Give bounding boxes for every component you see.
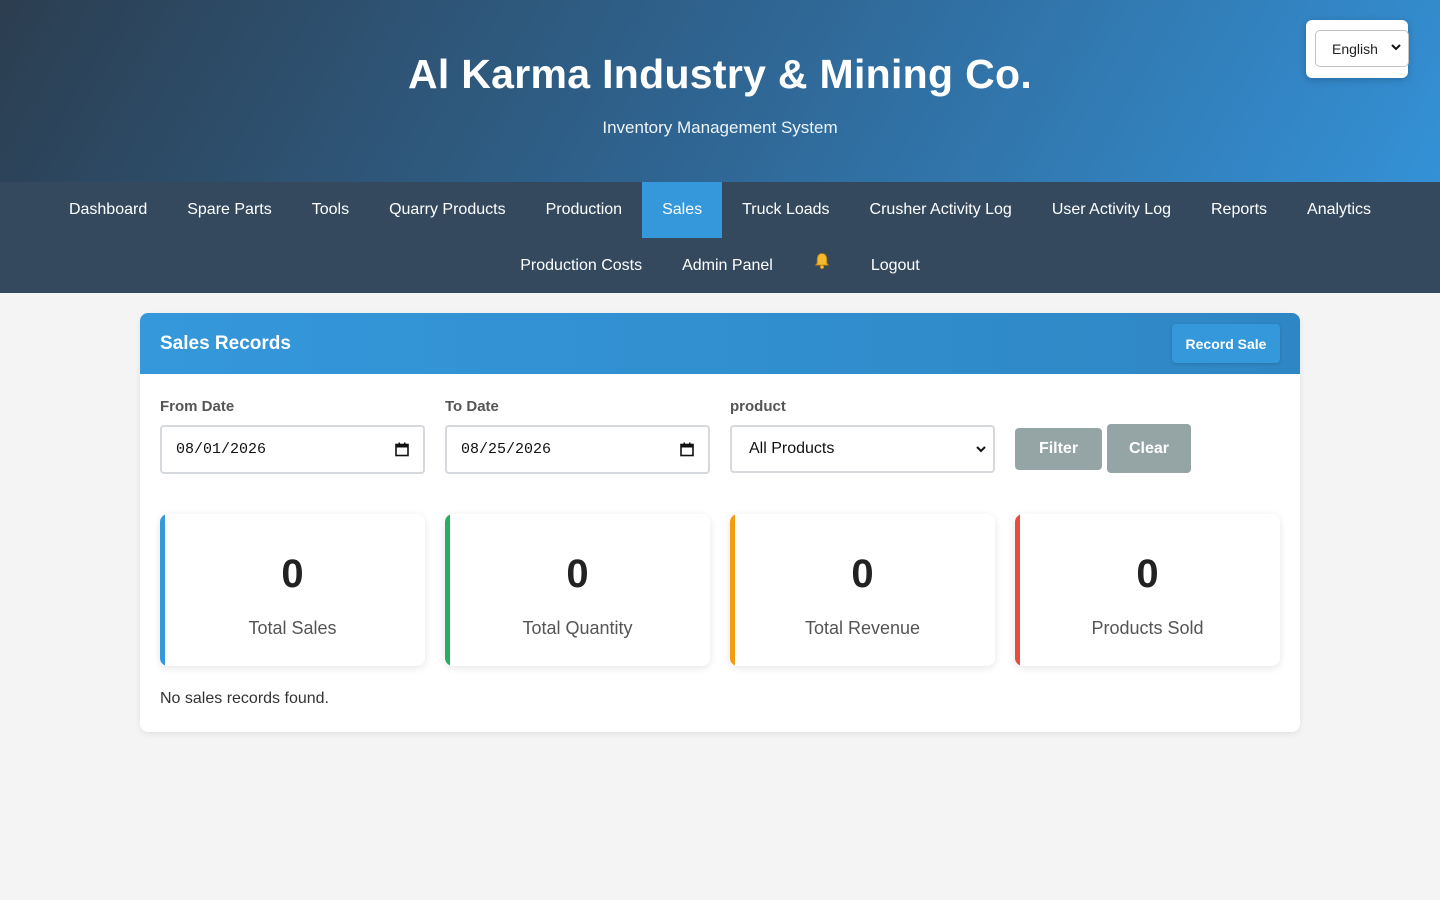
stat-card-total-sales: 0 Total Sales <box>160 514 425 666</box>
chevron-down-icon <box>1391 44 1401 51</box>
stat-value: 0 <box>851 552 874 596</box>
from-date-label: From Date <box>160 398 235 415</box>
stat-label: Products Sold <box>1091 618 1204 638</box>
stat-value: 0 <box>1136 552 1159 596</box>
nav-item-analytics[interactable]: Analytics <box>1287 182 1391 238</box>
nav-item-quarry-products[interactable]: Quarry Products <box>369 182 525 238</box>
language-select[interactable]: English <box>1315 30 1409 67</box>
nav-item-crusher-activity-log[interactable]: Crusher Activity Log <box>850 182 1032 238</box>
stats-row: 0 Total Sales 0 Total Quantity 0 Total R… <box>160 514 1280 666</box>
to-date-label: To Date <box>445 398 499 415</box>
nav-item-user-activity-log[interactable]: User Activity Log <box>1032 182 1191 238</box>
stat-value: 0 <box>566 552 589 596</box>
nav-item-tools[interactable]: Tools <box>292 182 369 238</box>
nav-row-secondary: Production Costs Admin Panel Logout <box>0 238 1440 293</box>
notifications-button[interactable] <box>793 238 851 283</box>
product-select[interactable]: All Products <box>730 425 995 473</box>
stat-card-total-quantity: 0 Total Quantity <box>445 514 710 666</box>
from-date-value: 08/01/2026 <box>176 441 267 458</box>
bell-icon <box>814 252 830 269</box>
card-header: Sales Records Record Sale <box>140 313 1300 374</box>
stat-label: Total Quantity <box>522 618 633 638</box>
sales-records-card: Sales Records Record Sale From Date 08/0… <box>140 313 1300 732</box>
to-date-group: To Date 08/25/2026 <box>445 398 710 474</box>
from-date-group: From Date 08/01/2026 <box>160 398 425 474</box>
stat-card-products-sold: 0 Products Sold <box>1015 514 1280 666</box>
card-title: Sales Records <box>160 332 291 354</box>
app-header: Al Karma Industry & Mining Co. Inventory… <box>0 0 1440 182</box>
nav-item-admin-panel[interactable]: Admin Panel <box>662 238 793 293</box>
filter-bar: From Date 08/01/2026 To Date 08/25/2026 <box>160 398 1191 474</box>
nav-item-reports[interactable]: Reports <box>1191 182 1287 238</box>
app-subtitle: Inventory Management System <box>602 118 838 137</box>
stat-card-total-revenue: 0 Total Revenue <box>730 514 995 666</box>
chevron-down-icon <box>976 446 986 453</box>
record-sale-button[interactable]: Record Sale <box>1172 324 1280 363</box>
to-date-value: 08/25/2026 <box>461 441 552 458</box>
stat-accent-bar <box>1015 514 1020 666</box>
calendar-icon[interactable] <box>395 442 409 457</box>
nav-item-spare-parts[interactable]: Spare Parts <box>167 182 291 238</box>
stat-accent-bar <box>160 514 165 666</box>
calendar-icon[interactable] <box>680 442 694 457</box>
nav-item-sales[interactable]: Sales <box>642 182 723 238</box>
nav-item-production-costs[interactable]: Production Costs <box>500 238 662 293</box>
nav-item-dashboard[interactable]: Dashboard <box>49 182 167 238</box>
nav-row-primary: Dashboard Spare Parts Tools Quarry Produ… <box>0 182 1440 238</box>
language-switcher: English <box>1306 20 1409 78</box>
clear-button[interactable]: Clear <box>1107 424 1191 473</box>
stat-label: Total Revenue <box>804 618 921 638</box>
empty-state-message: No sales records found. <box>160 690 329 707</box>
product-select-value: All Products <box>749 440 835 457</box>
to-date-input[interactable]: 08/25/2026 <box>445 425 710 474</box>
product-group: product All Products <box>730 398 995 474</box>
app-title: Al Karma Industry & Mining Co. <box>407 51 1033 97</box>
filter-actions: Filter Clear <box>1015 398 1191 473</box>
main-nav: Dashboard Spare Parts Tools Quarry Produ… <box>0 182 1440 293</box>
stat-accent-bar <box>730 514 735 666</box>
product-label: product <box>730 398 786 415</box>
stat-accent-bar <box>445 514 450 666</box>
stat-value: 0 <box>281 552 304 596</box>
from-date-input[interactable]: 08/01/2026 <box>160 425 425 474</box>
language-select-value: English <box>1332 40 1378 57</box>
filter-button[interactable]: Filter <box>1015 428 1102 470</box>
nav-item-truck-loads[interactable]: Truck Loads <box>722 182 849 238</box>
nav-item-logout[interactable]: Logout <box>851 238 940 293</box>
nav-item-production[interactable]: Production <box>526 182 643 238</box>
stat-label: Total Sales <box>248 618 337 638</box>
